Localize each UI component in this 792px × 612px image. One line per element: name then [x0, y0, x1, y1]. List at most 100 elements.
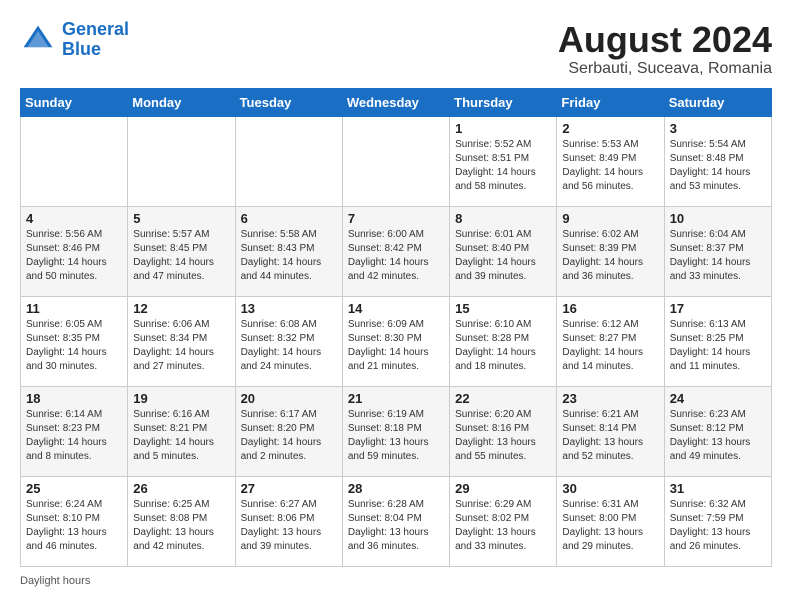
logo: General Blue [20, 20, 129, 60]
day-info: Sunrise: 6:14 AM Sunset: 8:23 PM Dayligh… [26, 408, 122, 464]
logo-line1: General [62, 19, 129, 39]
day-number: 1 [455, 121, 551, 136]
calendar-cell: 26Sunrise: 6:25 AM Sunset: 8:08 PM Dayli… [128, 476, 235, 566]
calendar-cell: 17 Sunrise: 6:13 AM Sunset: 8:25 PM Dayli… [664, 296, 771, 386]
day-number: 10 [670, 211, 766, 226]
logo-icon [20, 22, 56, 58]
day-number: 12 [133, 301, 229, 316]
day-info: Sunrise: 6:20 AM Sunset: 8:16 PM Dayligh… [455, 408, 551, 464]
day-number: 31 [670, 481, 766, 496]
day-info: Sunrise: 6:02 AM Sunset: 8:39 PM Dayligh… [562, 228, 658, 284]
day-number: 2 [562, 121, 658, 136]
day-info: Sunrise: 6:10 AM Sunset: 8:28 PM Dayligh… [455, 318, 551, 374]
day-info: Sunrise: 6:06 AM Sunset: 8:34 PM Dayligh… [133, 318, 229, 374]
calendar-week-row: 1 Sunrise: 5:52 AM Sunset: 8:51 PM Daylig… [21, 116, 772, 206]
day-info: Sunrise: 6:27 AM Sunset: 8:06 PM Dayligh… [241, 498, 337, 554]
day-info: Sunrise: 6:13 AM Sunset: 8:25 PM Dayligh… [670, 318, 766, 374]
day-number: 3 [670, 121, 766, 136]
day-number: 15 [455, 301, 551, 316]
calendar-cell: 15 Sunrise: 6:10 AM Sunset: 8:28 PM Dayli… [450, 296, 557, 386]
day-of-week-header: Monday [128, 88, 235, 116]
logo-text: General Blue [62, 20, 129, 60]
day-number: 29 [455, 481, 551, 496]
calendar-cell: 13 Sunrise: 6:08 AM Sunset: 8:32 PM Dayli… [235, 296, 342, 386]
calendar-cell: 5Sunrise: 5:57 AM Sunset: 8:45 PM Daylig… [128, 206, 235, 296]
day-info: Sunrise: 6:17 AM Sunset: 8:20 PM Dayligh… [241, 408, 337, 464]
day-info: Sunrise: 6:00 AM Sunset: 8:42 PM Dayligh… [348, 228, 444, 284]
page-header: General Blue August 2024 Serbauti, Sucea… [20, 20, 772, 78]
day-number: 13 [241, 301, 337, 316]
day-info: Sunrise: 5:52 AM Sunset: 8:51 PM Dayligh… [455, 138, 551, 194]
day-of-week-header: Tuesday [235, 88, 342, 116]
day-number: 8 [455, 211, 551, 226]
day-info: Sunrise: 6:12 AM Sunset: 8:27 PM Dayligh… [562, 318, 658, 374]
calendar-cell: 18 Sunrise: 6:14 AM Sunset: 8:23 PM Dayli… [21, 386, 128, 476]
calendar-cell: 3 Sunrise: 5:54 AM Sunset: 8:48 PM Daylig… [664, 116, 771, 206]
calendar-cell: 8 Sunrise: 6:01 AM Sunset: 8:40 PM Daylig… [450, 206, 557, 296]
calendar-cell: 6Sunrise: 5:58 AM Sunset: 8:43 PM Daylig… [235, 206, 342, 296]
calendar-cell: 14Sunrise: 6:09 AM Sunset: 8:30 PM Dayli… [342, 296, 449, 386]
day-number: 20 [241, 391, 337, 406]
calendar-cell: 19Sunrise: 6:16 AM Sunset: 8:21 PM Dayli… [128, 386, 235, 476]
day-number: 26 [133, 481, 229, 496]
day-number: 18 [26, 391, 122, 406]
day-info: Sunrise: 6:24 AM Sunset: 8:10 PM Dayligh… [26, 498, 122, 554]
day-number: 9 [562, 211, 658, 226]
day-info: Sunrise: 6:32 AM Sunset: 7:59 PM Dayligh… [670, 498, 766, 554]
day-number: 30 [562, 481, 658, 496]
day-of-week-header: Wednesday [342, 88, 449, 116]
day-info: Sunrise: 6:23 AM Sunset: 8:12 PM Dayligh… [670, 408, 766, 464]
day-number: 21 [348, 391, 444, 406]
calendar-cell [342, 116, 449, 206]
day-info: Sunrise: 6:05 AM Sunset: 8:35 PM Dayligh… [26, 318, 122, 374]
calendar-cell [128, 116, 235, 206]
calendar-cell: 10 Sunrise: 6:04 AM Sunset: 8:37 PM Dayli… [664, 206, 771, 296]
calendar-week-row: 4Sunrise: 5:56 AM Sunset: 8:46 PM Daylig… [21, 206, 772, 296]
day-info: Sunrise: 5:58 AM Sunset: 8:43 PM Dayligh… [241, 228, 337, 284]
calendar-cell: 29 Sunrise: 6:29 AM Sunset: 8:02 PM Dayli… [450, 476, 557, 566]
footer-text: Daylight hours [20, 575, 90, 587]
day-info: Sunrise: 5:57 AM Sunset: 8:45 PM Dayligh… [133, 228, 229, 284]
calendar-week-row: 18 Sunrise: 6:14 AM Sunset: 8:23 PM Dayli… [21, 386, 772, 476]
day-number: 19 [133, 391, 229, 406]
day-info: Sunrise: 6:28 AM Sunset: 8:04 PM Dayligh… [348, 498, 444, 554]
calendar-cell: 28 Sunrise: 6:28 AM Sunset: 8:04 PM Dayli… [342, 476, 449, 566]
calendar-cell: 21 Sunrise: 6:19 AM Sunset: 8:18 PM Dayli… [342, 386, 449, 476]
day-info: Sunrise: 6:21 AM Sunset: 8:14 PM Dayligh… [562, 408, 658, 464]
calendar-cell: 23 Sunrise: 6:21 AM Sunset: 8:14 PM Dayli… [557, 386, 664, 476]
calendar-cell: 20 Sunrise: 6:17 AM Sunset: 8:20 PM Dayli… [235, 386, 342, 476]
day-number: 16 [562, 301, 658, 316]
day-number: 17 [670, 301, 766, 316]
day-number: 23 [562, 391, 658, 406]
calendar-cell: 4Sunrise: 5:56 AM Sunset: 8:46 PM Daylig… [21, 206, 128, 296]
day-info: Sunrise: 6:01 AM Sunset: 8:40 PM Dayligh… [455, 228, 551, 284]
day-number: 11 [26, 301, 122, 316]
calendar-cell: 31 Sunrise: 6:32 AM Sunset: 7:59 PM Dayli… [664, 476, 771, 566]
calendar-cell [21, 116, 128, 206]
calendar-cell: 27Sunrise: 6:27 AM Sunset: 8:06 PM Dayli… [235, 476, 342, 566]
calendar-cell: 30 Sunrise: 6:31 AM Sunset: 8:00 PM Dayli… [557, 476, 664, 566]
calendar-cell: 2 Sunrise: 5:53 AM Sunset: 8:49 PM Daylig… [557, 116, 664, 206]
day-of-week-header: Thursday [450, 88, 557, 116]
day-info: Sunrise: 6:04 AM Sunset: 8:37 PM Dayligh… [670, 228, 766, 284]
logo-line2: Blue [62, 39, 101, 59]
day-info: Sunrise: 6:31 AM Sunset: 8:00 PM Dayligh… [562, 498, 658, 554]
calendar-week-row: 11 Sunrise: 6:05 AM Sunset: 8:35 PM Dayli… [21, 296, 772, 386]
day-info: Sunrise: 5:54 AM Sunset: 8:48 PM Dayligh… [670, 138, 766, 194]
calendar-cell: 11 Sunrise: 6:05 AM Sunset: 8:35 PM Dayli… [21, 296, 128, 386]
calendar-cell: 12 Sunrise: 6:06 AM Sunset: 8:34 PM Dayli… [128, 296, 235, 386]
calendar-cell: 24Sunrise: 6:23 AM Sunset: 8:12 PM Dayli… [664, 386, 771, 476]
calendar-table: SundayMondayTuesdayWednesdayThursdayFrid… [20, 88, 772, 567]
day-number: 25 [26, 481, 122, 496]
day-number: 28 [348, 481, 444, 496]
day-info: Sunrise: 5:53 AM Sunset: 8:49 PM Dayligh… [562, 138, 658, 194]
calendar-header-row: SundayMondayTuesdayWednesdayThursdayFrid… [21, 88, 772, 116]
day-number: 7 [348, 211, 444, 226]
calendar-cell: 7 Sunrise: 6:00 AM Sunset: 8:42 PM Daylig… [342, 206, 449, 296]
day-info: Sunrise: 6:19 AM Sunset: 8:18 PM Dayligh… [348, 408, 444, 464]
day-number: 22 [455, 391, 551, 406]
footer: Daylight hours [20, 575, 772, 587]
day-info: Sunrise: 6:29 AM Sunset: 8:02 PM Dayligh… [455, 498, 551, 554]
calendar-cell: 16 Sunrise: 6:12 AM Sunset: 8:27 PM Dayli… [557, 296, 664, 386]
day-info: Sunrise: 6:08 AM Sunset: 8:32 PM Dayligh… [241, 318, 337, 374]
